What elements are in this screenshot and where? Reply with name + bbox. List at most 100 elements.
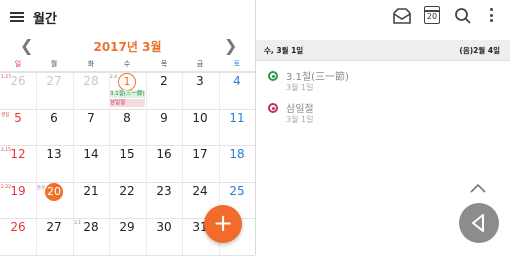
event-chip: 3.1절(三一節) bbox=[110, 90, 145, 98]
toolbar: 20 bbox=[256, 0, 510, 34]
day-cell[interactable]: 10 bbox=[182, 109, 218, 146]
day-cell[interactable]: 4 bbox=[219, 72, 255, 109]
day-cell[interactable]: 18 bbox=[219, 145, 255, 182]
day-number: 9 bbox=[160, 111, 168, 125]
day-cell[interactable]: 3 bbox=[182, 72, 218, 109]
more-options-icon[interactable] bbox=[490, 8, 494, 25]
day-number: 30 bbox=[156, 220, 172, 234]
day-cell[interactable]: 2 bbox=[146, 72, 182, 109]
day-number: 8 bbox=[123, 111, 131, 125]
day-number: 4 bbox=[233, 74, 241, 88]
weekday-sun: 일 bbox=[14, 60, 22, 68]
event-date: 3월 1일 bbox=[286, 83, 314, 92]
next-month-icon[interactable]: ❯ bbox=[224, 36, 237, 55]
day-number: 7 bbox=[87, 111, 95, 125]
today-day-number: 20 bbox=[45, 183, 63, 201]
day-detail-panel: 20 수, 3월 1일 (음)2월 4일 3.1절(三一節) 3월 1일 삼일절… bbox=[256, 0, 510, 255]
day-number: 23 bbox=[156, 184, 172, 198]
day-cell[interactable]: 경칩 5 bbox=[0, 109, 36, 146]
weekday-wed: 수 bbox=[123, 60, 131, 68]
day-number: 10 bbox=[192, 111, 208, 125]
day-number: 27 bbox=[46, 220, 62, 234]
day-number: 6 bbox=[50, 111, 58, 125]
day-cell[interactable]: 17 bbox=[182, 145, 218, 182]
event-chip: 삼일절 bbox=[110, 99, 145, 107]
event-date: 3월 1일 bbox=[286, 115, 314, 124]
event-title: 삼일절 bbox=[286, 104, 314, 115]
day-cell[interactable]: 30 bbox=[146, 218, 182, 255]
weekday-fri: 금 bbox=[196, 60, 204, 68]
event-color-dot bbox=[268, 71, 278, 81]
weekday-thu: 목 bbox=[160, 60, 168, 68]
weekday-tue: 화 bbox=[87, 60, 95, 68]
month-view-panel: 월간 ❮ 2017년 3월 ❯ 일 월 화 수 목 금 토 1.27 26 27 28… bbox=[0, 0, 255, 256]
day-cell[interactable]: 6 bbox=[36, 109, 72, 146]
day-number: 22 bbox=[119, 184, 135, 198]
chevron-up-icon[interactable] bbox=[470, 183, 486, 193]
selected-date-header: 수, 3월 1일 (음)2월 4일 bbox=[256, 40, 510, 61]
day-cell[interactable]: 1.27 26 bbox=[0, 72, 36, 109]
day-number: 2 bbox=[160, 74, 168, 88]
day-number: 15 bbox=[119, 147, 135, 161]
day-number: 12 bbox=[10, 147, 26, 161]
day-number: 5 bbox=[14, 111, 22, 125]
day-cell[interactable]: 2.15 12 bbox=[0, 145, 36, 182]
lunar-label: 춘분 bbox=[37, 186, 46, 191]
month-title[interactable]: 2017년 3월 bbox=[0, 38, 255, 55]
day-cell[interactable]: 29 bbox=[109, 218, 145, 255]
day-cell[interactable]: 26 bbox=[0, 218, 36, 255]
view-title: 월간 bbox=[33, 12, 57, 27]
event-title: 3.1절(三一節) bbox=[286, 72, 349, 83]
weekday-sat: 토 bbox=[233, 60, 241, 68]
day-number: 16 bbox=[156, 147, 172, 161]
event-color-dot bbox=[268, 103, 278, 113]
day-cell[interactable]: 22 bbox=[109, 182, 145, 219]
day-cell[interactable]: 2.22 19 bbox=[0, 182, 36, 219]
day-cell[interactable]: 춘분 20 bbox=[36, 182, 72, 219]
search-icon[interactable] bbox=[454, 7, 472, 25]
day-cell[interactable]: 13 bbox=[36, 145, 72, 182]
day-number: 28 bbox=[83, 74, 99, 88]
day-number: 26 bbox=[10, 220, 26, 234]
day-number: 26 bbox=[10, 74, 26, 88]
lunar-label: 2.4 bbox=[110, 75, 118, 80]
day-cell[interactable]: 9 bbox=[146, 109, 182, 146]
weekday-mon: 월 bbox=[50, 60, 58, 68]
day-cell[interactable]: 27 bbox=[36, 72, 72, 109]
day-number: 11 bbox=[229, 111, 245, 125]
selected-date: 수, 3월 1일 bbox=[264, 46, 304, 55]
selected-day-number: 1 bbox=[118, 73, 136, 91]
day-cell[interactable]: 27 bbox=[36, 218, 72, 255]
day-cell[interactable]: 21 bbox=[73, 182, 109, 219]
day-cell[interactable]: 2.4 1 3.1절(三一節) 삼일절 bbox=[109, 72, 145, 109]
day-number: 13 bbox=[46, 147, 62, 161]
day-cell[interactable]: 15 bbox=[109, 145, 145, 182]
back-triangle-icon bbox=[472, 214, 484, 232]
month-navigator: ❮ 2017년 3월 ❯ bbox=[0, 34, 255, 56]
day-number: 17 bbox=[192, 147, 208, 161]
day-number: 3 bbox=[196, 74, 204, 88]
menu-icon[interactable] bbox=[10, 12, 24, 22]
day-number: 21 bbox=[83, 184, 99, 198]
event-item[interactable]: 삼일절 3월 1일 bbox=[256, 97, 510, 127]
day-cell[interactable]: 28 bbox=[73, 72, 109, 109]
day-cell[interactable]: 7 bbox=[73, 109, 109, 146]
day-cell[interactable]: 14 bbox=[73, 145, 109, 182]
add-event-button[interactable]: + bbox=[204, 205, 242, 243]
day-cell[interactable]: 8 bbox=[109, 109, 145, 146]
weekday-header: 일 월 화 수 목 금 토 bbox=[0, 59, 255, 72]
inbox-icon[interactable] bbox=[392, 7, 412, 25]
day-cell[interactable]: 11 bbox=[219, 109, 255, 146]
day-number: 29 bbox=[119, 220, 135, 234]
lunar-date: (음)2월 4일 bbox=[459, 46, 500, 55]
app-bar: 월간 bbox=[0, 0, 255, 34]
event-item[interactable]: 3.1절(三一節) 3월 1일 bbox=[256, 65, 510, 95]
day-number: 19 bbox=[10, 184, 26, 198]
day-cell[interactable]: 16 bbox=[146, 145, 182, 182]
back-button[interactable] bbox=[459, 203, 499, 243]
day-number: 24 bbox=[192, 184, 208, 198]
day-cell[interactable]: 3.1 28 bbox=[73, 218, 109, 255]
day-number: 28 bbox=[83, 220, 99, 234]
day-cell[interactable]: 23 bbox=[146, 182, 182, 219]
today-calendar-icon[interactable]: 20 bbox=[424, 6, 440, 24]
